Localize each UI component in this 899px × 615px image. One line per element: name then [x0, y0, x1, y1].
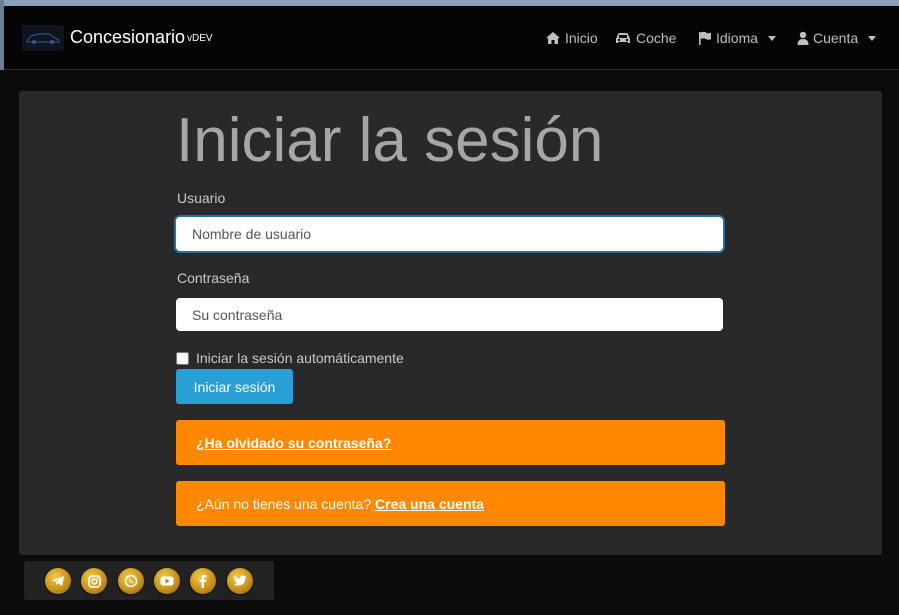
nav-language-label: Idioma: [716, 30, 759, 46]
login-button[interactable]: Iniciar sesión: [176, 369, 293, 404]
car-icon: [616, 33, 630, 43]
username-input[interactable]: [176, 217, 723, 251]
remember-me-checkbox[interactable]: [176, 351, 189, 365]
nav-language-dropdown[interactable]: Idioma: [698, 30, 777, 46]
whatsapp-icon[interactable]: [118, 568, 144, 594]
nav-account-label: Cuenta: [813, 30, 859, 46]
instagram-icon[interactable]: [81, 568, 107, 594]
forgot-password-link[interactable]: ¿Ha olvidado su contraseña?: [196, 435, 391, 451]
telegram-icon[interactable]: [45, 568, 71, 594]
car-logo-icon: [26, 33, 60, 44]
login-card: Iniciar la sesión Usuario Contraseña Ini…: [19, 91, 882, 555]
chevron-down-icon: [868, 35, 877, 41]
password-label: Contraseña: [177, 270, 250, 286]
user-icon: [797, 31, 809, 45]
flag-icon: [699, 31, 711, 45]
youtube-icon[interactable]: [154, 568, 180, 594]
password-input[interactable]: [176, 298, 723, 331]
facebook-icon[interactable]: [190, 568, 216, 594]
brand-version: vDEV: [187, 33, 213, 44]
forgot-password-alert: ¿Ha olvidado su contraseña?: [176, 420, 725, 465]
brand-name[interactable]: Concesionario: [70, 27, 185, 48]
nav-car[interactable]: Coche: [614, 30, 676, 46]
page-title: Iniciar la sesión: [176, 106, 604, 175]
nav-home[interactable]: Inicio: [545, 30, 598, 46]
remember-me-label[interactable]: Iniciar la sesión automáticamente: [196, 350, 404, 366]
home-icon: [546, 32, 560, 44]
username-label: Usuario: [177, 190, 226, 206]
navbar: Concesionario vDEV Inicio Coche Idioma C…: [4, 6, 899, 70]
twitter-icon[interactable]: [227, 568, 253, 594]
no-account-text: ¿Aún no tienes una cuenta?: [196, 495, 372, 512]
social-links-bar: [24, 561, 274, 600]
nav-account-dropdown[interactable]: Cuenta: [797, 30, 877, 46]
chevron-down-icon: [768, 35, 777, 41]
brand-logo[interactable]: [22, 25, 64, 51]
nav-home-label: Inicio: [565, 30, 598, 46]
remember-me-row: Iniciar la sesión automáticamente: [176, 350, 404, 366]
create-account-alert: ¿Aún no tienes una cuenta? Crea una cuen…: [176, 481, 725, 526]
create-account-link[interactable]: Crea una cuenta: [375, 496, 484, 512]
nav-car-label: Coche: [636, 30, 677, 46]
